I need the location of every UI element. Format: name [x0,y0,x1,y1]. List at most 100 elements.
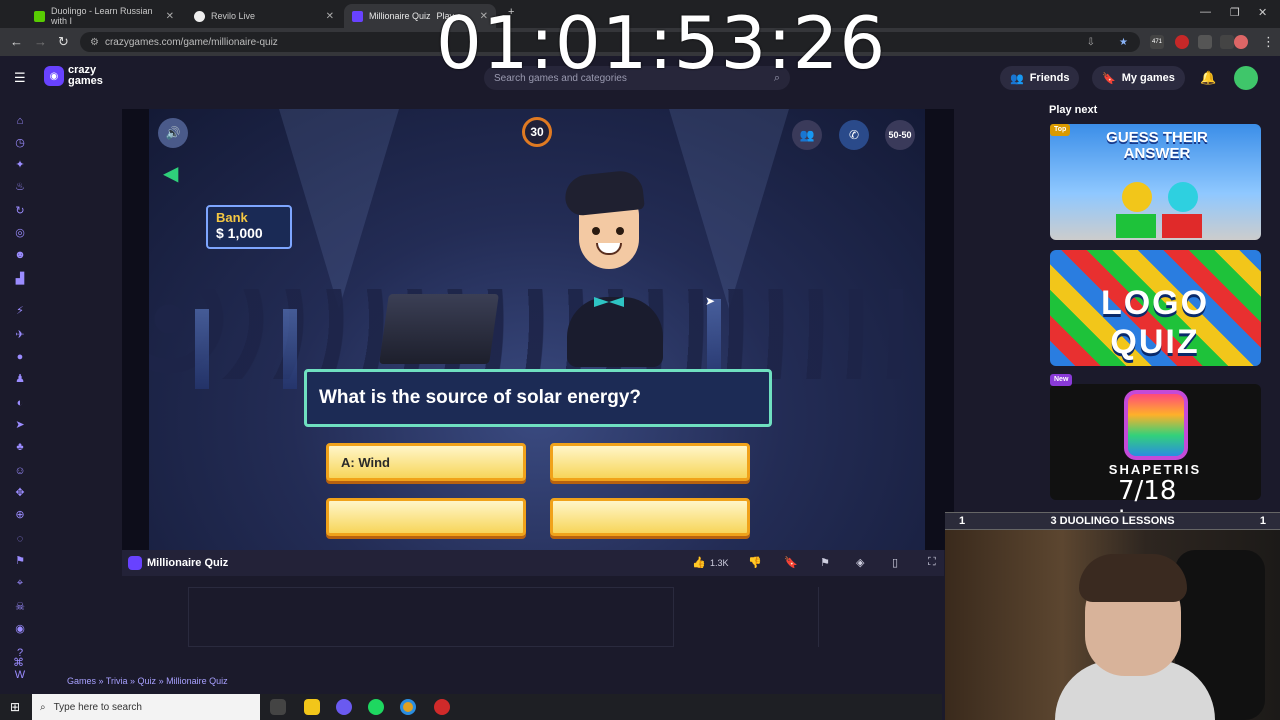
beauty-icon[interactable]: ♟ [13,372,27,386]
tab-revilo-live[interactable]: Revilo Live ✕ [186,4,342,28]
clicker-icon[interactable]: ✥ [13,486,27,500]
obs-icon[interactable] [434,699,450,715]
spotify-icon[interactable] [368,699,384,715]
ad-slot [818,587,948,647]
breadcrumb-separator: » [96,676,106,686]
stage-light [283,309,297,389]
reload-icon[interactable]: ↻ [58,34,69,50]
extension-badge-icon[interactable]: 471 [1150,35,1164,49]
recent-icon[interactable]: ◷ [13,136,27,150]
my-games-label: My games [1121,72,1175,84]
extension-red-icon[interactable] [1175,35,1189,49]
stage-light [195,309,209,389]
menu-dots-icon[interactable]: ⋮ [1262,34,1275,50]
friends-button[interactable]: 👥 Friends [1000,66,1080,90]
home-icon[interactable]: ⌂ [13,114,27,128]
bank-value: $ 1,000 [216,225,263,241]
hamburger-menu-icon[interactable]: ☰ [14,70,26,86]
dislike-icon[interactable]: 👎 [748,556,762,569]
two-player-icon[interactable]: ▟ [13,272,27,286]
play-next-card-guess-their-answer[interactable]: GUESS THEIR ANSWER [1050,124,1261,240]
breadcrumb-games[interactable]: Games [67,676,96,686]
adventure-icon[interactable]: ✈ [13,328,27,342]
duolingo-goal-bar: 1 3 DUOLINGO LESSONS 1 [945,512,1280,530]
like-icon[interactable]: 👍 [692,556,706,569]
file-explorer-icon[interactable] [304,699,320,715]
back-arrow-icon[interactable]: ◀ [163,161,178,186]
multiplayer-icon[interactable]: ☻ [13,248,27,262]
question-box: What is the source of solar energy? [304,369,772,427]
tab-duolingo[interactable]: Duolingo - Learn Russian with I ✕ [26,4,182,28]
fifty-fifty-button[interactable]: 50-50 [885,120,915,150]
car-icon[interactable]: ➤ [13,418,27,432]
notifications-bell-icon[interactable]: 🔔 [1200,70,1216,86]
taskbar-search-input[interactable]: ⌕ Type here to search [32,694,260,720]
forward-icon[interactable]: → [34,34,47,49]
logo-line2: games [68,75,103,87]
user-avatar[interactable] [1234,66,1258,90]
ad-slot [188,587,674,647]
chrome-icon[interactable] [400,699,416,715]
app-icon[interactable] [336,699,352,715]
driving-icon[interactable]: ◌ [13,532,27,546]
shapetris-logo-icon [1124,390,1188,460]
windows-start-icon[interactable]: ⊞ [10,700,20,714]
host-hair [563,169,645,217]
favorite-icon[interactable]: 🔖 [784,556,798,569]
mobile-icon[interactable]: ▯ [892,556,898,569]
horror-icon[interactable]: ☠ [13,600,27,614]
report-icon[interactable]: ⚑ [820,556,830,569]
answer-a-button[interactable]: A: Wind [326,443,526,481]
answer-b-button[interactable] [550,443,750,481]
url-text: crazygames.com/game/millionaire-quiz [104,36,278,48]
card-icon[interactable]: ♣ [13,440,27,454]
window-close-icon[interactable]: ✕ [1258,6,1267,19]
tag-icon[interactable]: ⌘ [13,656,24,669]
io-icon[interactable]: ◉ [13,622,27,636]
basketball-icon[interactable]: ● [13,350,27,364]
new-badge: New [1050,374,1073,386]
breadcrumb-trivia[interactable]: Trivia [106,676,128,686]
escape-icon[interactable]: ⚑ [13,554,27,568]
my-games-button[interactable]: 🔖 My games [1092,66,1185,90]
ask-audience-icon[interactable]: 👥 [792,120,822,150]
minimize-icon[interactable]: — [1200,6,1211,18]
back-icon[interactable]: ← [10,34,23,49]
card-art-text: GUESS THEIR ANSWER [1106,129,1208,162]
close-icon[interactable]: ✕ [166,11,174,22]
answer-d-button[interactable] [550,498,750,536]
extensions-puzzle-icon[interactable] [1198,35,1212,49]
bookmark-star-icon[interactable]: ★ [1119,37,1128,48]
podium-icon [1116,214,1156,238]
play-next-card-logo-quiz[interactable]: LOGO QUIZ [1050,250,1261,366]
game-canvas[interactable]: 🔊 ◀ 30 👥 ✆ 50-50 Bank $ 1,000 What is th… [149,109,925,550]
word-icon[interactable]: W [13,668,27,682]
sound-icon[interactable]: 🔊 [158,118,188,148]
game-toolbar: Millionaire Quiz 👍 1.3K 👎 🔖 ⚑ ◈ ▯ ⛶ [122,550,944,576]
task-view-icon[interactable] [270,699,286,715]
host-body [567,297,663,367]
trending-icon[interactable]: ♨ [13,180,27,194]
fullscreen-icon[interactable]: ⛶ [928,556,936,569]
updated-icon[interactable]: ↻ [13,204,27,218]
fps-icon[interactable]: ⌖ [13,576,27,590]
crazygames-logo[interactable]: ◉ crazy games [44,65,103,87]
bike-icon[interactable]: ◐ [13,396,27,410]
casual-icon[interactable]: ☺ [13,464,27,478]
controller-icon[interactable]: ⊕ [13,508,27,522]
originals-icon[interactable]: ◎ [13,226,27,240]
answer-c-button[interactable] [326,498,526,536]
breadcrumb-current[interactable]: Millionaire Quiz [166,676,228,686]
phone-a-friend-icon[interactable]: ✆ [839,120,869,150]
close-icon[interactable]: ✕ [326,11,334,22]
new-icon[interactable]: ✦ [13,158,27,172]
duolingo-favicon-icon [34,10,45,22]
site-info-icon[interactable]: ⚙ [90,37,99,48]
breadcrumb-quiz[interactable]: Quiz [138,676,157,686]
profile-avatar-icon[interactable] [1234,35,1248,49]
action-icon[interactable]: ⚡ [13,304,27,318]
maximize-icon[interactable]: ❐ [1230,6,1240,19]
install-icon[interactable]: ⇩ [1087,37,1095,48]
theater-mode-icon[interactable]: ◈ [856,556,864,569]
sidebar-panel-icon[interactable] [1220,35,1234,49]
